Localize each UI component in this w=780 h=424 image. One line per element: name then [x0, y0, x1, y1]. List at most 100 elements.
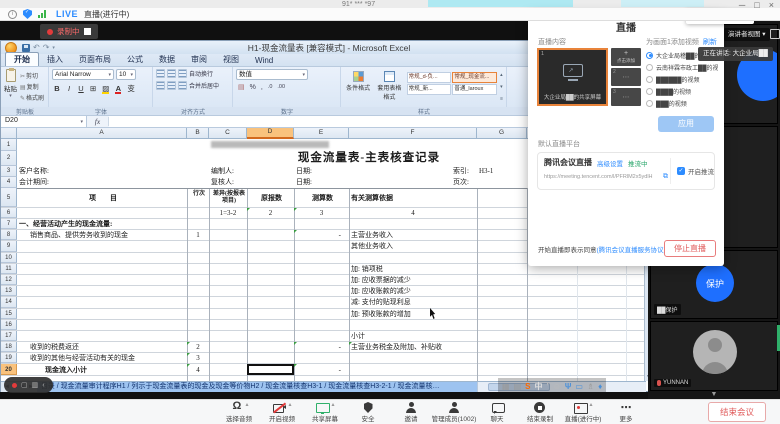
column-header-F[interactable]: F	[349, 128, 477, 139]
grid-cell[interactable]: 销售商品、提供劳务收到的现金	[17, 230, 187, 240]
row-header-12[interactable]: 12	[1, 275, 17, 285]
borders-button[interactable]: ⊞	[88, 83, 98, 93]
align-bottom-icon[interactable]	[178, 69, 187, 78]
grid-cell[interactable]: H3-1	[477, 166, 527, 177]
ribbon-tab-插入[interactable]: 插入	[39, 53, 71, 66]
grid-cell[interactable]: 加: 销项税	[349, 264, 477, 274]
percent-icon[interactable]: %	[250, 84, 256, 91]
align-left-icon[interactable]	[156, 81, 165, 90]
grid-cell[interactable]: 项 目	[17, 188, 187, 207]
mini-icon-1[interactable]: ▢	[21, 381, 28, 389]
column-header-A[interactable]: A	[17, 128, 187, 139]
ribbon-tab-数据[interactable]: 数据	[151, 53, 183, 66]
grid-cell[interactable]: 收到的税费返还	[17, 342, 187, 352]
tool-tray-icon[interactable]: ♗	[587, 382, 594, 391]
grid-cell[interactable]: 客户名称:	[17, 166, 187, 177]
info-icon[interactable]: i	[8, 10, 17, 19]
decrease-decimal-icon[interactable]: .00	[277, 84, 285, 90]
comma-icon[interactable]: ,	[261, 84, 263, 91]
grid-cell[interactable]: 页次:	[349, 177, 477, 188]
column-header-B[interactable]: B	[187, 128, 209, 139]
grid-cell[interactable]: 原报数	[247, 188, 294, 207]
grid-cell[interactable]: -	[294, 364, 349, 375]
grid-cell[interactable]: 主营业务收入	[349, 230, 477, 240]
grid-cell[interactable]: 日期:	[294, 166, 349, 177]
push-stream-checkbox[interactable]: ✓ 开启推流	[677, 166, 714, 176]
grid-cell[interactable]: 有关测算依据	[349, 188, 477, 207]
grid-cell[interactable]: 2	[247, 208, 294, 218]
grid-cell[interactable]: 4	[349, 208, 477, 218]
font-color-button[interactable]: A	[113, 83, 123, 93]
screen-share-preview[interactable]: 1 ↗ 大企业局██的共享屏幕	[537, 48, 608, 106]
grid-cell[interactable]: 1	[187, 230, 209, 240]
stop-recording-icon[interactable]	[84, 28, 91, 35]
font-name-combo[interactable]: Arial Narrow▾	[52, 69, 114, 80]
grid-cell[interactable]: 现金流量表-主表核查记录	[209, 151, 527, 166]
ribbon-tab-Wind[interactable]: Wind	[247, 55, 281, 66]
grid-cell[interactable]: 行次	[187, 188, 209, 207]
video-source-option[interactable]: ██████的视频	[646, 73, 718, 85]
view-normal-icon[interactable]: ▦	[502, 382, 510, 391]
grid-cell[interactable]: 3	[294, 208, 349, 218]
cell-style-item[interactable]: 常规_新...	[407, 84, 452, 95]
participant-tile[interactable]: YUNNAN	[650, 321, 778, 391]
fill-color-button[interactable]: ▨	[100, 83, 111, 93]
grid-corner[interactable]	[1, 128, 17, 139]
underline-button[interactable]: U	[76, 83, 86, 93]
recording-mini-bar[interactable]: ▢ ▥ ‹	[4, 377, 53, 393]
align-center-icon[interactable]	[167, 81, 176, 90]
ribbon-tab-页面布局[interactable]: 页面布局	[71, 53, 119, 66]
column-header-E[interactable]: E	[294, 128, 349, 139]
merge-center-button[interactable]: 合并后居中	[189, 81, 219, 90]
grid-cell[interactable]: 收到的其他与经营活动有关的现金	[17, 353, 187, 363]
grid-cell[interactable]: 4	[187, 364, 209, 375]
conditional-format-button[interactable]: 条件格式	[344, 69, 372, 105]
collapse-chevron-icon[interactable]: ‹	[42, 382, 44, 389]
grid-cell[interactable]: 日期:	[294, 177, 349, 188]
number-format-combo[interactable]: 数值▾	[236, 69, 308, 80]
grid-cell[interactable]: 加: 应收账款的减少	[349, 286, 477, 296]
row-header-6[interactable]: 6	[1, 208, 17, 218]
ribbon-tab-公式[interactable]: 公式	[119, 53, 151, 66]
grid-cell[interactable]: 索引:	[349, 166, 477, 177]
row-header-5[interactable]: 5	[1, 188, 17, 207]
grid-cell[interactable]: 一、经营活动产生的现金流量:	[17, 219, 477, 229]
currency-icon[interactable]: ▤	[238, 83, 245, 91]
scroll-more-arrow[interactable]: ▼	[648, 391, 780, 398]
minimize-button[interactable]: ─	[739, 0, 745, 10]
fullscreen-icon[interactable]	[770, 29, 780, 39]
video-source-option[interactable]: ███的视频	[646, 97, 718, 109]
gallery-scroll[interactable]: ▴▾≡	[500, 69, 503, 105]
italic-button[interactable]: I	[64, 83, 74, 93]
screen-tray-icon[interactable]: ▭	[575, 382, 583, 391]
selected-cell-D20[interactable]	[247, 364, 294, 375]
column-header-C[interactable]: C	[209, 128, 247, 139]
toolbar-live-button[interactable]: ▴直播(进行中)	[566, 401, 600, 423]
cut-button[interactable]: ✂剪切	[20, 71, 44, 80]
toolbar-stop-record-button[interactable]: 结束录制	[523, 401, 557, 423]
view-page-icon[interactable]: ▤	[514, 382, 522, 391]
stop-live-button[interactable]: 停止直播	[664, 240, 716, 257]
sheet-tabs[interactable]: 目录 / 现金流量审计程序H1 / 列示于现金流量表的现金及现金等价物H2 / …	[37, 382, 477, 392]
layout-slot[interactable]: 3⋯	[611, 88, 641, 106]
layout-slot[interactable]: 2⋯	[611, 68, 641, 86]
row-header-3[interactable]: 3	[1, 166, 17, 177]
row-header-19[interactable]: 19	[1, 353, 17, 363]
end-meeting-button[interactable]: 结束会议	[708, 402, 766, 422]
format-as-table-button[interactable]: 套用表格格式	[375, 69, 403, 105]
paste-button[interactable]: 粘贴▾	[4, 69, 17, 105]
grid-cell[interactable]: 1=3-2	[209, 208, 247, 218]
row-header-9[interactable]: 9	[1, 241, 17, 251]
apply-button[interactable]: 应用	[658, 116, 714, 132]
ribbon-tab-开始[interactable]: 开始	[5, 52, 39, 66]
apostrophe-icon[interactable]: ’	[546, 382, 548, 391]
increase-decimal-icon[interactable]: .0	[268, 84, 273, 90]
video-source-option[interactable]: ████的视频	[646, 85, 718, 97]
toolbar-invite-button[interactable]: 邀请	[394, 401, 428, 423]
grid-cell[interactable]: 差异(按报表项目)	[209, 188, 247, 207]
format-painter-button[interactable]: ✎格式刷	[20, 93, 44, 102]
toolbar-video-button[interactable]: ▴开启视频	[265, 401, 299, 423]
toolbar-audio-button[interactable]: ▴选择音频	[222, 401, 256, 423]
toolbar-members-button[interactable]: 管理成员(1002)	[437, 401, 471, 423]
row-header-8[interactable]: 8	[1, 230, 17, 240]
